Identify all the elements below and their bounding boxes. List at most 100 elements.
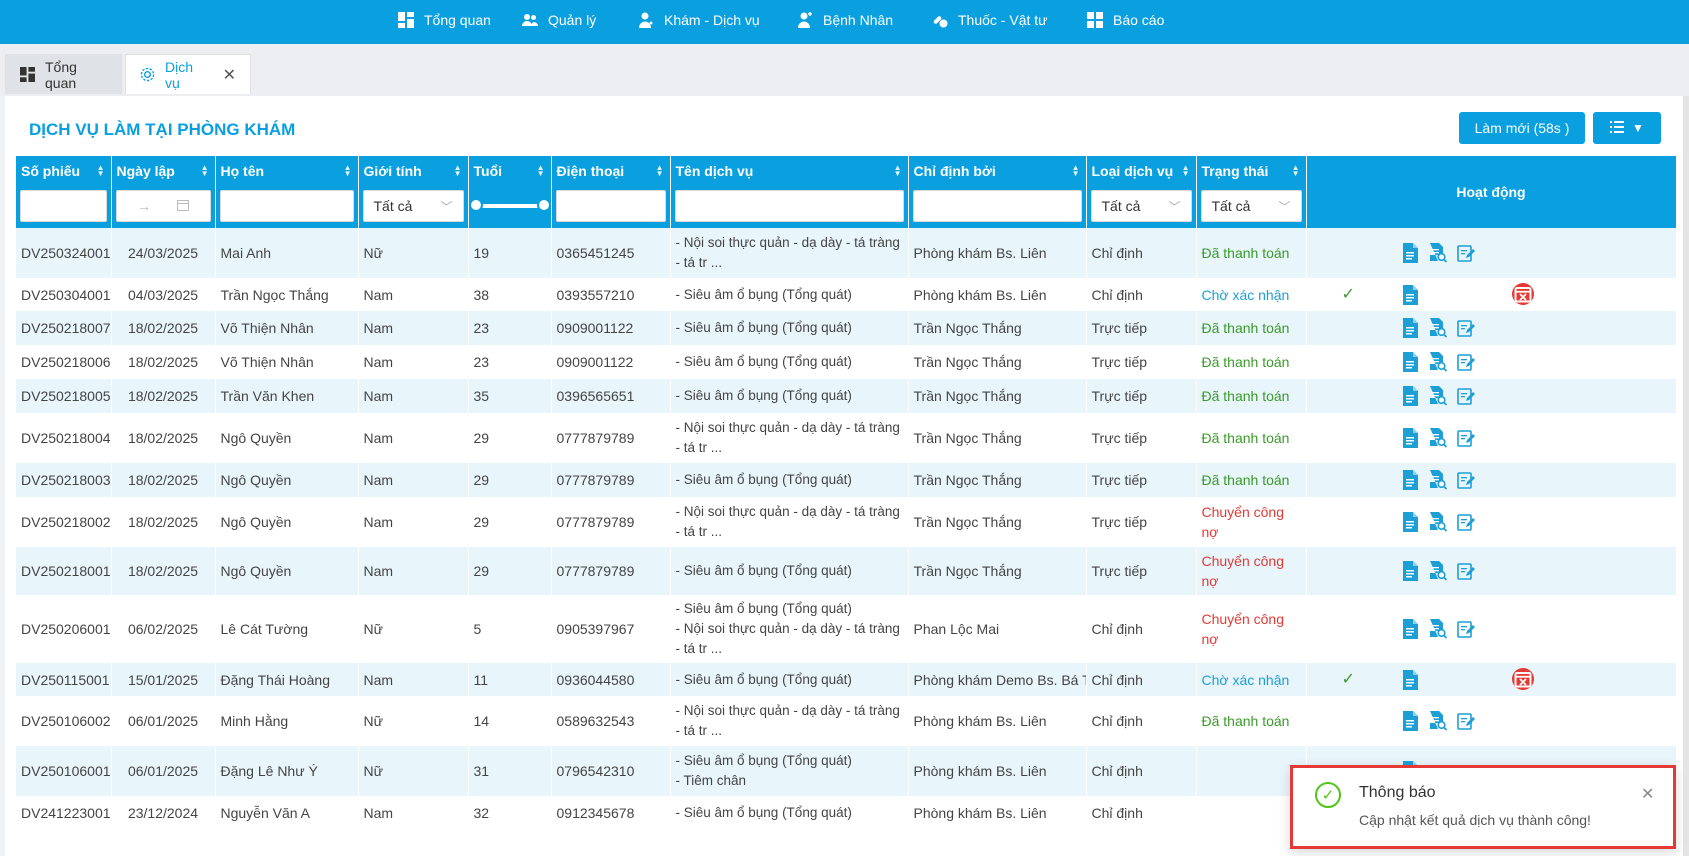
assigned-by-filter-input[interactable] [912,190,1082,222]
edit-result-icon[interactable] [1456,561,1475,581]
table-row[interactable]: DV250218002 18/02/2025 Ngô Quyền Nam 29 07778… [16,497,1676,547]
age-range-slider[interactable] [468,186,551,228]
date-range-filter[interactable]: → [115,190,211,222]
col-name[interactable]: Họ tên ▲ ▼ [215,156,359,228]
nav-item-services[interactable]: Khám - Dịch vụ [638,0,760,40]
document-search-icon[interactable] [1429,619,1447,639]
edit-result-icon[interactable] [1456,711,1475,731]
table-row[interactable]: DV250304001 04/03/2025 Trần Ngọc Thắng Nam 3… [16,278,1676,311]
cell-service: - Nội soi thực quản - dạ dày - tá tràng … [670,497,909,547]
col-service[interactable]: Tên dịch vụ ▲ ▼ [670,156,909,228]
nav-item-overview[interactable]: Tổng quan [398,0,491,40]
col-actions: Hoạt động [1306,156,1676,228]
edit-result-icon[interactable] [1456,470,1475,490]
document-icon[interactable] [1401,711,1419,731]
code-filter-input[interactable] [20,190,107,222]
header-label: Loại dịch vụ [1091,163,1174,179]
table-row[interactable]: DV250206001 06/02/2025 Lê Cát Tường Nữ 5 0905… [16,595,1676,663]
column-view-button[interactable]: ▼ [1593,112,1661,144]
document-search-icon[interactable] [1429,512,1447,532]
table-row[interactable]: DV250218001 18/02/2025 Ngô Quyền Nam 29 07778… [16,547,1676,595]
cell-gender: Nữ [358,595,469,663]
document-icon[interactable] [1401,669,1419,690]
gender-filter-select[interactable]: Tất cả ﹀ [362,190,464,222]
sort-icon[interactable]: ▲ ▼ [1072,164,1080,178]
nav-item-patients[interactable]: Bệnh Nhân [797,0,893,40]
col-type[interactable]: Loại dịch vụ ▲ ▼ Tất cả ﹀ [1086,156,1197,228]
document-icon[interactable] [1401,561,1419,581]
col-date[interactable]: Ngày lập ▲ ▼ → [111,156,216,228]
tab-overview[interactable]: Tổng quan [5,54,122,94]
edit-result-icon[interactable] [1456,352,1475,372]
nav-item-management[interactable]: Quản lý [522,0,596,40]
cancel-calendar-icon[interactable] [1511,282,1534,305]
type-filter-select[interactable]: Tất cả ﹀ [1090,190,1192,222]
col-gender[interactable]: Giới tính ▲ ▼ Tất cả ﹀ [358,156,469,228]
document-icon[interactable] [1401,386,1419,406]
tab-label: Dịch vụ [165,58,194,91]
document-search-icon[interactable] [1429,470,1447,490]
edit-result-icon[interactable] [1456,243,1475,263]
table-row[interactable]: DV250324001 24/03/2025 Mai Anh Nữ 19 03654512… [16,228,1676,278]
nav-item-medicine[interactable]: Thuốc - Vật tư [932,0,1048,40]
phone-filter-input[interactable] [555,190,666,222]
edit-result-icon[interactable] [1456,386,1475,406]
sort-icon[interactable]: ▲ ▼ [344,164,352,178]
tab-services[interactable]: Dịch vụ ✕ [125,54,251,94]
edit-result-icon[interactable] [1456,619,1475,639]
close-icon[interactable]: ✕ [223,65,236,85]
cell-type: Chỉ định [1086,746,1197,796]
document-search-icon[interactable] [1429,318,1447,338]
sort-icon[interactable]: ▲ ▼ [1182,164,1190,178]
slider-handle-max[interactable] [536,198,551,212]
col-assigned-by[interactable]: Chỉ định bởi ▲ ▼ [908,156,1087,228]
document-icon[interactable] [1401,470,1419,490]
document-search-icon[interactable] [1429,243,1447,263]
table-row[interactable]: DV250106002 06/01/2025 Minh Hằng Nữ 14 058963… [16,696,1676,746]
sort-icon[interactable]: ▲ ▼ [97,164,105,178]
scrollbar[interactable] [1683,96,1689,856]
status-filter-select[interactable]: Tất cả ﹀ [1200,190,1302,222]
header-label: Giới tính [363,163,422,179]
sort-icon[interactable]: ▲ ▼ [1292,164,1300,178]
document-icon[interactable] [1401,512,1419,532]
col-code[interactable]: Số phiếu ▲ ▼ [16,156,112,228]
document-icon[interactable] [1401,284,1419,305]
table-row[interactable]: DV250218003 18/02/2025 Ngô Quyền Nam 29 07778… [16,463,1676,497]
confirm-check-icon[interactable]: ✓ [1342,285,1360,305]
edit-result-icon[interactable] [1456,512,1475,532]
service-filter-input[interactable] [674,190,904,222]
table-row[interactable]: DV250115001 15/01/2025 Đặng Thái Hoàng Nam 1… [16,663,1676,696]
table-row[interactable]: DV250218007 18/02/2025 Võ Thiện Nhân Nam 23 0… [16,311,1676,345]
close-icon[interactable]: ✕ [1641,784,1654,804]
document-search-icon[interactable] [1429,352,1447,372]
confirm-check-icon[interactable]: ✓ [1342,670,1360,690]
document-icon[interactable] [1401,352,1419,372]
document-icon[interactable] [1401,619,1419,639]
document-search-icon[interactable] [1429,711,1447,731]
document-icon[interactable] [1401,318,1419,338]
refresh-button[interactable]: Làm mới (58s ) [1459,112,1585,144]
document-icon[interactable] [1401,243,1419,263]
sort-icon[interactable]: ▲ ▼ [454,164,462,178]
col-phone[interactable]: Điện thoại ▲ ▼ [551,156,671,228]
table-row[interactable]: DV250218004 18/02/2025 Ngô Quyền Nam 29 07778… [16,413,1676,463]
sort-icon[interactable]: ▲ ▼ [537,164,545,178]
document-icon[interactable] [1401,428,1419,448]
sort-icon[interactable]: ▲ ▼ [201,164,209,178]
col-age[interactable]: Tuổi ▲ ▼ [468,156,552,228]
name-filter-input[interactable] [219,190,354,222]
sort-icon[interactable]: ▲ ▼ [894,164,902,178]
slider-handle-min[interactable] [468,198,483,212]
document-search-icon[interactable] [1429,561,1447,581]
cancel-calendar-icon[interactable] [1511,667,1534,690]
table-row[interactable]: DV250218006 18/02/2025 Võ Thiện Nhân Nam 23 0… [16,345,1676,379]
edit-result-icon[interactable] [1456,428,1475,448]
col-status[interactable]: Trạng thái ▲ ▼ Tất cả ﹀ [1196,156,1307,228]
sort-icon[interactable]: ▲ ▼ [656,164,664,178]
document-search-icon[interactable] [1429,428,1447,448]
nav-item-reports[interactable]: Báo cáo [1087,0,1164,40]
document-search-icon[interactable] [1429,386,1447,406]
edit-result-icon[interactable] [1456,318,1475,338]
table-row[interactable]: DV250218005 18/02/2025 Trần Văn Khen Nam 35 0… [16,379,1676,413]
